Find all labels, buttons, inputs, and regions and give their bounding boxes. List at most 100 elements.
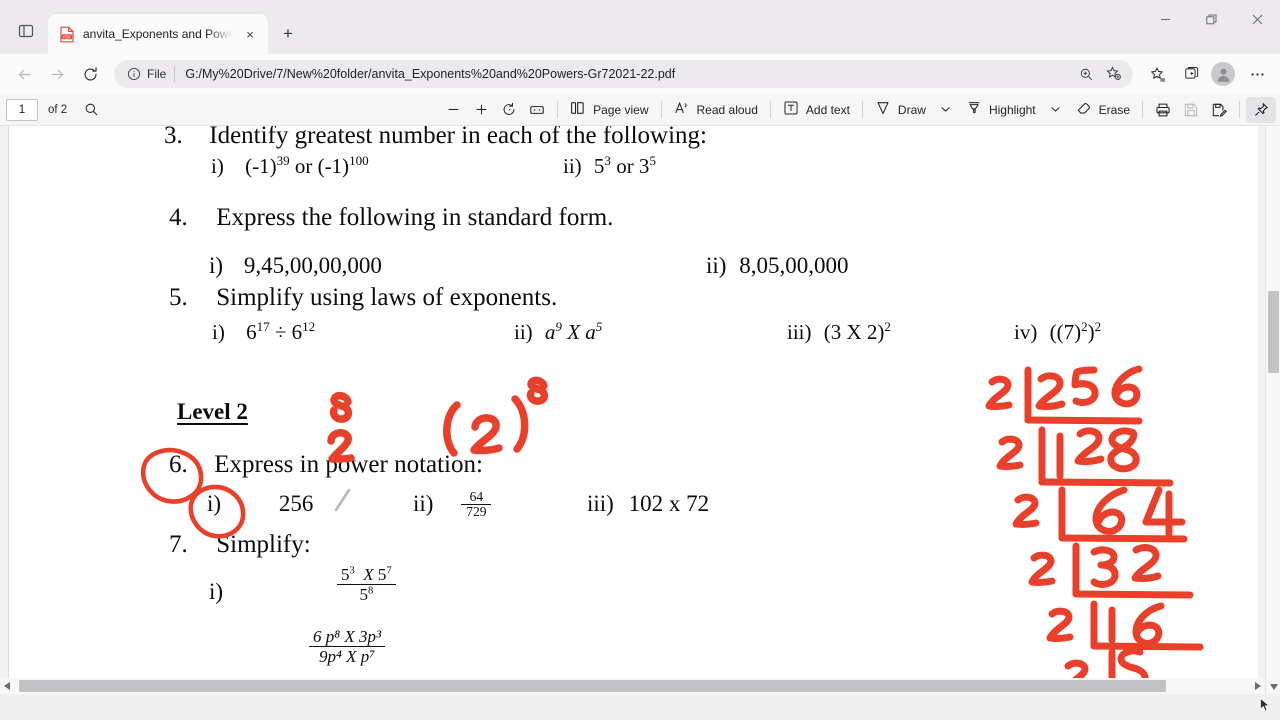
fit-to-width-icon[interactable] — [523, 97, 551, 123]
browser-title-bar: PDF anvita_Exponents and Powers-Gr × + — [0, 0, 1280, 54]
minimize-button[interactable] — [1142, 0, 1188, 38]
q5-item-iv-label: iv) — [1014, 320, 1038, 344]
read-aloud-button[interactable]: Read aloud — [668, 97, 764, 123]
toolbar-divider — [1239, 101, 1240, 118]
horizontal-scrollbar[interactable] — [0, 678, 1265, 694]
zoom-in-plus-icon[interactable] — [467, 97, 495, 123]
zoom-in-icon[interactable] — [1073, 62, 1099, 86]
pdf-toolbar: 1 of 2 Page view Read aloud Add text Dra… — [0, 94, 1280, 126]
read-aloud-label: Read aloud — [696, 102, 758, 117]
highlight-button[interactable]: Highlight — [960, 97, 1042, 123]
q3-item-ii-base: 5 — [593, 154, 605, 178]
close-tab-icon[interactable]: × — [240, 24, 260, 44]
q6-fraction-numerator: 64 — [469, 489, 484, 505]
q5-item-i-base: 6 — [246, 320, 257, 344]
add-tab-group-icon[interactable] — [1176, 59, 1206, 89]
pdf-viewer[interactable]: 3. Identify greatest number in each of t… — [0, 126, 1280, 720]
highlighter-icon — [966, 100, 982, 119]
q6-item-i-label: i) — [207, 491, 222, 516]
q6-fraction-denominator: 729 — [461, 504, 492, 519]
q5-item-i-label: i) — [212, 320, 225, 344]
info-circle-icon[interactable] — [124, 64, 144, 84]
q5-number: 5. — [169, 284, 188, 311]
q6-item-i-value: 256 — [278, 491, 314, 516]
page-view-button[interactable]: Page view — [564, 97, 654, 123]
read-aloud-icon — [674, 100, 690, 119]
svg-text:PDF: PDF — [63, 34, 72, 39]
profile-avatar-icon[interactable] — [1211, 62, 1235, 86]
page-number-input[interactable]: 1 — [6, 98, 38, 121]
forward-arrow-icon[interactable] — [41, 58, 73, 90]
rotate-icon[interactable] — [495, 97, 523, 123]
add-favorite-star-icon[interactable] — [1101, 62, 1127, 86]
erase-label: Erase — [1098, 102, 1130, 117]
back-arrow-icon[interactable] — [8, 58, 40, 90]
q4-item-i: i) 9,45,00,00,000 — [209, 253, 382, 279]
refresh-icon[interactable] — [74, 58, 106, 90]
toolbar-divider — [861, 101, 863, 118]
horizontal-scrollbar-thumb[interactable] — [19, 680, 1166, 692]
save-icon[interactable] — [1177, 97, 1205, 123]
q4-number: 4. — [169, 204, 188, 231]
q5-item-ii: ii) a9 X a5 — [514, 319, 603, 344]
browser-tab[interactable]: PDF anvita_Exponents and Powers-Gr × — [48, 14, 268, 54]
scroll-down-arrow-icon[interactable] — [1266, 680, 1280, 694]
q7-item-ii-fraction: 6 p⁸ X 3p³ 9p⁴ X p⁷ — [309, 627, 386, 666]
search-icon[interactable] — [77, 97, 105, 123]
url-text[interactable]: G:/My%20Drive/7/New%20folder/anvita_Expo… — [185, 67, 1073, 81]
q3-item-i-exp2: 100 — [349, 153, 369, 168]
q3-item-ii-mid: or 3 — [610, 154, 650, 178]
scroll-right-arrow-icon[interactable] — [1251, 678, 1265, 694]
print-icon[interactable] — [1149, 97, 1177, 123]
window-controls — [1142, 0, 1280, 38]
save-as-icon[interactable] — [1205, 97, 1233, 123]
q6-fraction: 64 729 — [461, 489, 492, 519]
q6-text: Express in power notation: — [214, 451, 483, 478]
pin-toolbar-icon[interactable] — [1246, 96, 1276, 123]
question-5: 5. Simplify using laws of exponents. — [169, 284, 557, 312]
settings-and-more-icon[interactable] — [1242, 59, 1272, 89]
question-3: 3. Identify greatest number in each of t… — [164, 126, 707, 150]
q6-item-iii-label: iii) — [587, 491, 614, 516]
erase-button[interactable]: Erase — [1070, 97, 1136, 123]
q7-text: Simplify: — [216, 531, 311, 558]
highlight-options-chevron-down-icon[interactable] — [1042, 97, 1070, 123]
level-2-heading: Level 2 — [177, 399, 248, 424]
vertical-scrollbar-thumb[interactable] — [1268, 291, 1279, 373]
scroll-left-arrow-icon[interactable] — [0, 678, 14, 694]
add-text-label: Add text — [805, 102, 850, 117]
horizontal-scroll-track[interactable] — [14, 680, 1251, 692]
draw-options-chevron-down-icon[interactable] — [932, 97, 960, 123]
draw-button[interactable]: Draw — [869, 97, 932, 123]
q3-item-i-exp1: 39 — [276, 153, 290, 168]
q5-item-ii-label: ii) — [514, 320, 533, 344]
new-tab-button[interactable]: + — [274, 20, 302, 48]
q7-ii-numerator: 6 p⁸ X 3p³ — [313, 627, 382, 646]
q3-item-ii-label: ii) — [563, 154, 582, 178]
tab-actions-icon[interactable] — [6, 15, 46, 47]
ink-stray-mark — [331, 486, 357, 516]
ink-division-row-1 — [985, 365, 1143, 425]
document-content: 3. Identify greatest number in each of t… — [9, 126, 1258, 720]
browser-navigation-bar: File G:/My%20Drive/7/New%20folder/anvita… — [0, 54, 1280, 94]
toolbar-divider — [660, 101, 662, 118]
close-window-button[interactable] — [1234, 0, 1280, 38]
add-text-button[interactable]: Add text — [777, 97, 856, 123]
viewer-bottom-strip — [0, 694, 1280, 720]
q4-item-i-value: 9,45,00,00,000 — [243, 253, 382, 278]
zoom-out-minus-icon[interactable] — [439, 97, 467, 123]
q4-item-i-label: i) — [209, 253, 224, 278]
question-4: 4. Express the following in standard for… — [169, 204, 613, 232]
ink-division-row-3 — [1012, 486, 1188, 543]
vertical-scrollbar[interactable] — [1265, 126, 1280, 720]
q3-item-i-label: i) — [211, 154, 224, 178]
address-bar[interactable]: File G:/My%20Drive/7/New%20folder/anvita… — [114, 60, 1133, 88]
omnibox-divider — [174, 66, 176, 82]
mouse-cursor — [1260, 697, 1270, 712]
q6-item-iii-value: 102 x 72 — [628, 491, 710, 516]
q3-item-ii: ii) 53 or 35 — [563, 154, 656, 179]
restore-button[interactable] — [1188, 0, 1234, 38]
page-count-label: of 2 — [48, 103, 68, 116]
collections-icon[interactable] — [1143, 59, 1173, 89]
q5-item-iii: iii) (3 X 2)2 — [787, 319, 891, 344]
